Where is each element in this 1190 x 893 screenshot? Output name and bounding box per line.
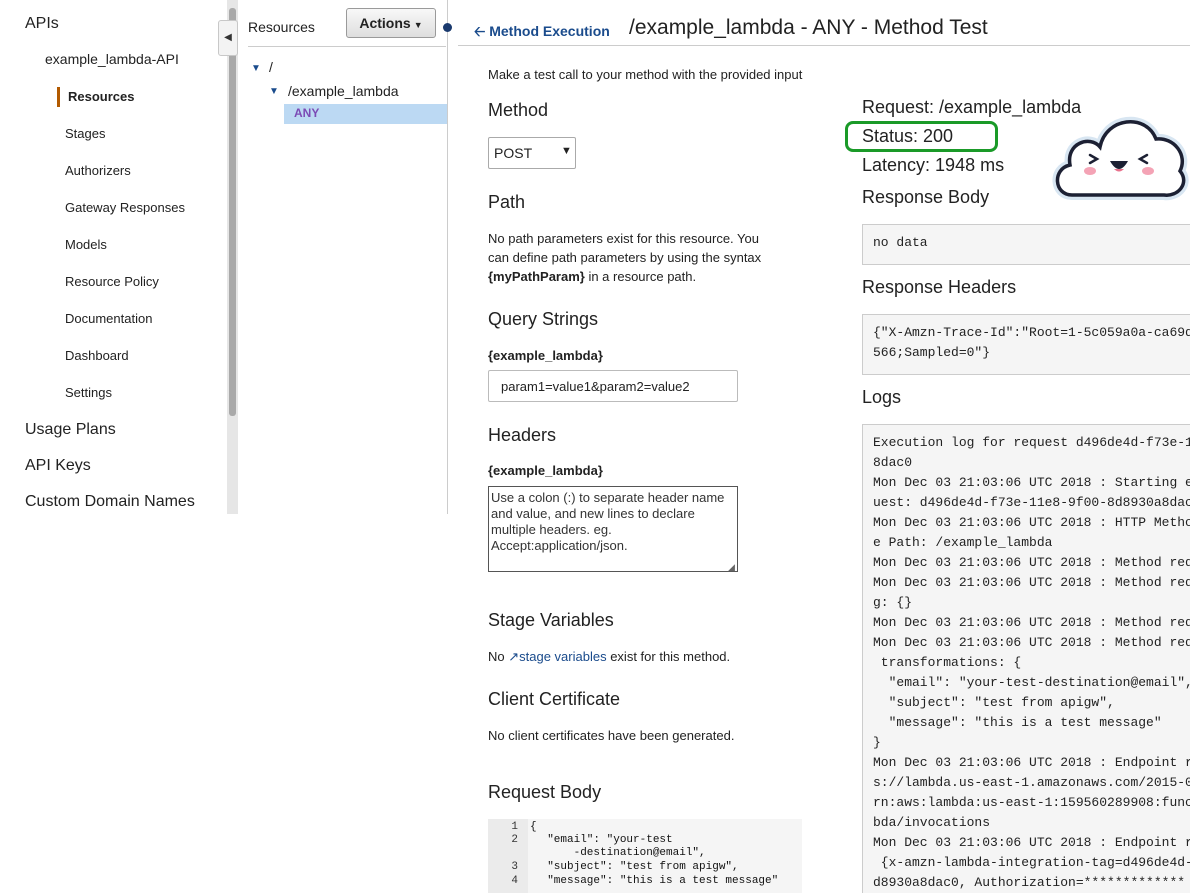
collapse-left-icon: ◀ (224, 32, 232, 43)
path-text-tail: in a resource path. (584, 269, 697, 284)
headers-label: {example_lambda} (488, 463, 603, 478)
resources-panel: Resources Actions ▼ ▼ / ▼ /example_lambda… (238, 0, 448, 514)
divider (248, 46, 446, 47)
request-body-editor[interactable]: 1 { 2 "email": "your-test -destination@e… (488, 819, 802, 893)
arrow-left-icon: 🡠 (474, 23, 486, 39)
stage-variables-link[interactable]: stage variables (519, 649, 606, 664)
code-line: -destination@email", (534, 847, 706, 859)
logs-heading: Logs (862, 387, 902, 407)
tree-item-example-lambda[interactable]: /example_lambda (288, 83, 399, 99)
response-headers-box: {"X-Amzn-Trace-Id":"Root=1-5c059a0a-ca69… (862, 314, 1190, 375)
line-number: 1 (511, 821, 518, 833)
panel-divider (447, 0, 448, 514)
request-body-heading: Request Body (488, 782, 602, 802)
caret-down-icon[interactable]: ▼ (269, 86, 279, 97)
sidebar-item-stages[interactable]: Stages (65, 126, 105, 141)
path-param-example: {myPathParam} (488, 269, 585, 284)
headers-textarea[interactable]: Use a colon (:) to separate header name … (488, 486, 738, 572)
response-request: Request: /example_lambda (862, 97, 1082, 117)
code-line: "email": "your-test (534, 834, 673, 846)
response-status: Status: 200 (862, 126, 954, 146)
client-certificate-heading: Client Certificate (488, 689, 621, 709)
client-certificate-text: No client certificates have been generat… (488, 728, 735, 743)
method-execution-back-link[interactable]: 🡠 Method Execution (474, 21, 610, 45)
header-divider (458, 45, 1190, 46)
path-text-line-1: No path parameters exist for this resour… (488, 231, 759, 246)
sidebar-item-settings[interactable]: Settings (65, 385, 112, 400)
page-title: /example_lambda - ANY - Method Test (629, 16, 988, 39)
query-strings-heading: Query Strings (488, 309, 599, 329)
headers-heading: Headers (488, 425, 557, 445)
stage-variables-heading: Stage Variables (488, 610, 614, 630)
nav-custom-domain-names[interactable]: Custom Domain Names (25, 493, 195, 511)
stage-variables-text: No ↗stage variables exist for this metho… (488, 647, 730, 666)
logs-box[interactable]: Execution log for request d496de4d-f73e-… (862, 424, 1190, 893)
tree-item-root[interactable]: / (269, 59, 273, 75)
caret-down-icon: ▼ (561, 145, 572, 157)
nav-usage-plans[interactable]: Usage Plans (25, 421, 116, 439)
back-link-label: Method Execution (489, 23, 610, 39)
sidebar-item-resource-policy[interactable]: Resource Policy (65, 274, 159, 289)
collapse-nav-button[interactable]: ◀ (218, 20, 238, 56)
external-link-icon: ↗ (508, 649, 520, 664)
nav-api-keys[interactable]: API Keys (25, 457, 91, 475)
sidebar-item-resources[interactable]: Resources (68, 89, 134, 104)
nav-apis[interactable]: APIs (25, 15, 59, 33)
query-strings-label: {example_lambda} (488, 348, 603, 363)
resources-title: Resources (248, 19, 315, 35)
active-item-marker (57, 87, 60, 107)
sidebar-item-dashboard[interactable]: Dashboard (65, 348, 129, 363)
query-strings-input[interactable]: param1=value1&param2=value2 (488, 370, 738, 402)
sidebar-item-gateway-responses[interactable]: Gateway Responses (65, 200, 185, 215)
path-text-line-2: can define path parameters by using the … (488, 250, 762, 265)
path-text-line-3: {myPathParam} in a resource path. (488, 267, 761, 286)
sidebar-item-authorizers[interactable]: Authorizers (65, 163, 131, 178)
line-number: 3 (511, 861, 518, 873)
intro-text: Make a test call to your method with the… (488, 67, 803, 82)
resize-grip-icon[interactable]: ◢ (728, 562, 735, 573)
code-line: "message": "this is a test message" (534, 875, 779, 887)
code-line: { (530, 821, 537, 833)
response-latency: Latency: 1948 ms (862, 155, 1005, 175)
left-navigation: APIs example_lambda-API Resources Stages… (0, 0, 228, 514)
path-help-text: No path parameters exist for this resour… (488, 229, 761, 286)
line-number: 4 (511, 875, 518, 887)
stage-text-suffix: exist for this method. (606, 649, 731, 664)
nav-scrollbar-thumb[interactable] (229, 8, 236, 416)
nav-api-name[interactable]: example_lambda-API (45, 51, 179, 67)
path-heading: Path (488, 192, 526, 212)
sidebar-item-documentation[interactable]: Documentation (65, 311, 152, 326)
caret-down-icon: ▼ (413, 20, 423, 30)
cloud-mascot-icon (1052, 116, 1189, 201)
caret-down-icon[interactable]: ▼ (251, 63, 261, 74)
code-line: "subject": "test from apigw", (534, 861, 739, 873)
method-heading: Method (488, 100, 549, 120)
line-number: 2 (511, 834, 518, 846)
response-body-box: no data (862, 224, 1190, 265)
response-headers-heading: Response Headers (862, 277, 1017, 297)
response-body-heading: Response Body (862, 187, 990, 207)
panel-resize-handle[interactable] (443, 23, 452, 32)
actions-label: Actions (359, 15, 411, 31)
tree-item-any-label[interactable]: ANY (294, 106, 319, 120)
sidebar-item-models[interactable]: Models (65, 237, 107, 252)
actions-button[interactable]: Actions ▼ (346, 8, 436, 38)
stage-text-prefix: No (488, 649, 509, 664)
